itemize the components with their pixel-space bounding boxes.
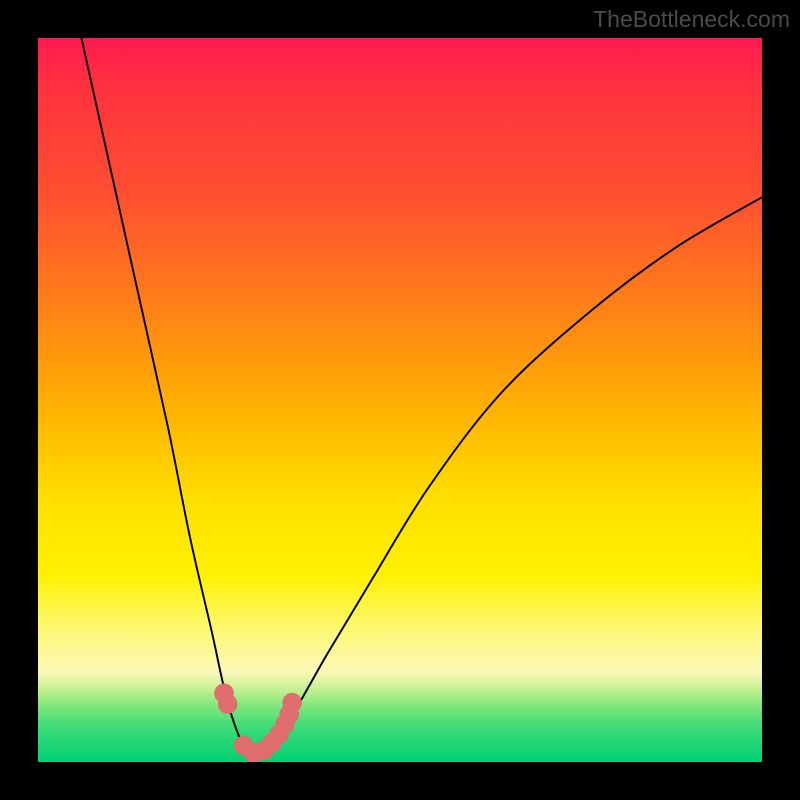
chart-frame: TheBottleneck.com	[0, 0, 800, 800]
curve-marker	[282, 693, 302, 713]
watermark-text: TheBottleneck.com	[593, 6, 790, 33]
marker-group	[214, 683, 302, 762]
bottleneck-curve-svg	[38, 38, 762, 762]
curve-marker	[218, 694, 238, 714]
bottleneck-curve	[81, 38, 762, 755]
plot-area	[38, 38, 762, 762]
